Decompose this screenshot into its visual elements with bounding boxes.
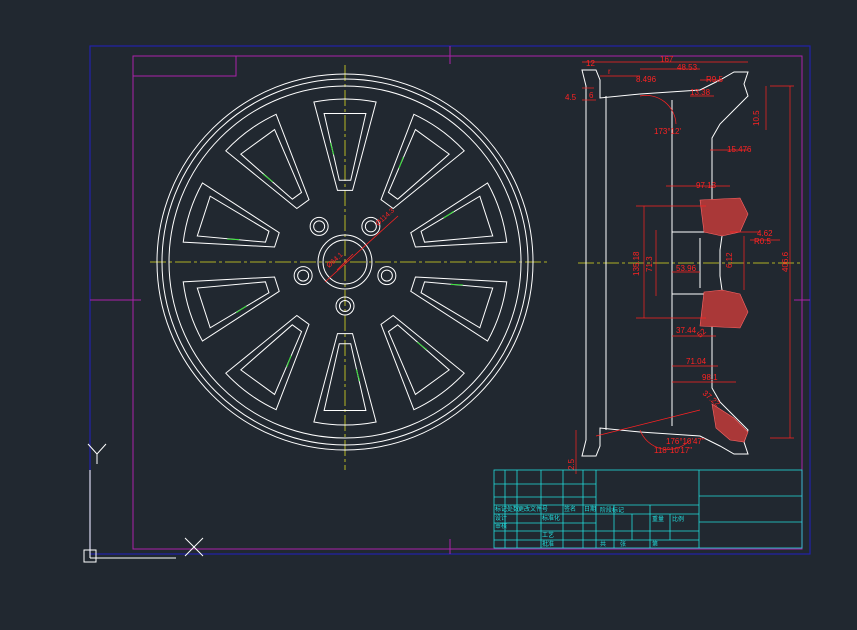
hidden-edge xyxy=(355,369,361,382)
ucs-icon xyxy=(83,443,204,563)
dim-15-476: 15.476 xyxy=(727,145,752,154)
lug-hole-outer xyxy=(293,266,313,286)
hidden-edge xyxy=(329,142,335,155)
title-block-texts: 标记处数 更改文件号 签名 日期 设计 标准化 阶段标记 重量 比例 审核 工艺… xyxy=(495,505,684,548)
dim-118-10: 118°10'17" xyxy=(654,446,692,455)
tb-cell: 比例 xyxy=(672,515,684,523)
tb-cell: 第 xyxy=(652,540,658,548)
reference-tab xyxy=(133,56,237,77)
spoke-window xyxy=(182,182,280,248)
dim-6: 6 xyxy=(589,91,594,100)
hidden-edge xyxy=(286,355,292,368)
lug-hole-inner xyxy=(380,269,393,282)
lug-hole-outer xyxy=(377,266,397,286)
hidden-edge xyxy=(262,173,274,183)
tb-cell: 批准 xyxy=(542,540,554,548)
tb-cell: 标记处数 xyxy=(495,505,519,513)
tb-cell: 日期 xyxy=(584,505,596,513)
dim-176-10: 176°10'47" xyxy=(666,437,705,446)
spoke-window xyxy=(225,113,310,210)
tb-cell: 标准化 xyxy=(542,514,560,522)
spoke-window-inner xyxy=(240,324,303,396)
dim-bolt-circle: Ø114.3 xyxy=(375,207,396,227)
lug-hole-inner xyxy=(313,220,326,233)
dim-406-6: 406.6 xyxy=(781,251,790,272)
spoke-window-inner xyxy=(387,324,450,396)
hidden-edge xyxy=(235,305,247,314)
dim-48-53: 48.53 xyxy=(677,63,698,72)
dim-10-5: 10.5 xyxy=(752,110,761,126)
inner-drawing-border xyxy=(132,55,803,550)
tb-cell: 阶段标记 xyxy=(600,506,624,514)
dim-52: 52 xyxy=(695,326,708,339)
dim-r: r xyxy=(608,67,611,76)
tb-cell: 更改文件号 xyxy=(518,505,548,513)
hidden-edge xyxy=(416,341,428,351)
dim-13-38: 13.38 xyxy=(690,88,711,97)
dim-71-04: 71.04 xyxy=(686,357,707,366)
dim-4-62: 4.62 xyxy=(757,229,773,238)
spoke-window-inner xyxy=(387,128,450,200)
dim-4-5: 4.5 xyxy=(565,93,577,102)
spoke-window-inner xyxy=(240,128,303,200)
tb-cell: 共 xyxy=(600,540,606,548)
dim-37-44: 37.44 xyxy=(676,326,697,335)
dim-6-12: 6.12 xyxy=(725,252,734,268)
dim-173-12: 173°12' xyxy=(654,127,681,136)
dim-2-5: 2.5 xyxy=(567,458,576,470)
spoke-window xyxy=(380,314,465,411)
sheet-centering-marks xyxy=(90,46,810,554)
dim-12: 12 xyxy=(586,59,595,68)
dim-167: 167 xyxy=(660,55,674,64)
dim-71-3: 71.3 xyxy=(645,256,654,272)
tb-cell: 设计 xyxy=(495,514,507,522)
spoke-window xyxy=(380,113,465,210)
dim-r9-5: R9.5 xyxy=(706,75,723,84)
lug-hole-inner xyxy=(297,269,310,282)
tb-cell: 重量 xyxy=(652,515,664,523)
tb-cell: 签名 xyxy=(564,505,576,513)
spoke-window xyxy=(410,276,508,342)
spoke-window xyxy=(225,314,310,411)
cad-drawing-canvas[interactable]: Ø114.3 Ø64.1 12 167 48.53 r 8.496 R9.5 6… xyxy=(0,0,857,630)
dim-98-1: 98.1 xyxy=(702,373,718,382)
spoke-window xyxy=(410,182,508,248)
outer-sheet-frame xyxy=(89,45,811,555)
side-dimension-texts: 12 167 48.53 r 8.496 R9.5 6 4.5 13.38 17… xyxy=(565,55,790,470)
tb-cell: 工艺 xyxy=(542,531,554,539)
dim-135-18: 135.18 xyxy=(632,251,641,276)
hidden-edge xyxy=(398,156,404,169)
spoke-window xyxy=(182,276,280,342)
lug-hole-outer xyxy=(309,216,329,236)
dim-97-13: 97.13 xyxy=(696,181,717,190)
dim-37-22: 37.22 xyxy=(701,389,723,409)
tb-cell: 张 xyxy=(620,540,626,548)
dim-8-496: 8.496 xyxy=(636,75,657,84)
hidden-edge xyxy=(443,210,455,219)
dim-r0-5: R0.5 xyxy=(754,237,771,246)
dim-53-96: 53.96 xyxy=(676,264,697,273)
tb-cell: 审核 xyxy=(495,522,507,530)
